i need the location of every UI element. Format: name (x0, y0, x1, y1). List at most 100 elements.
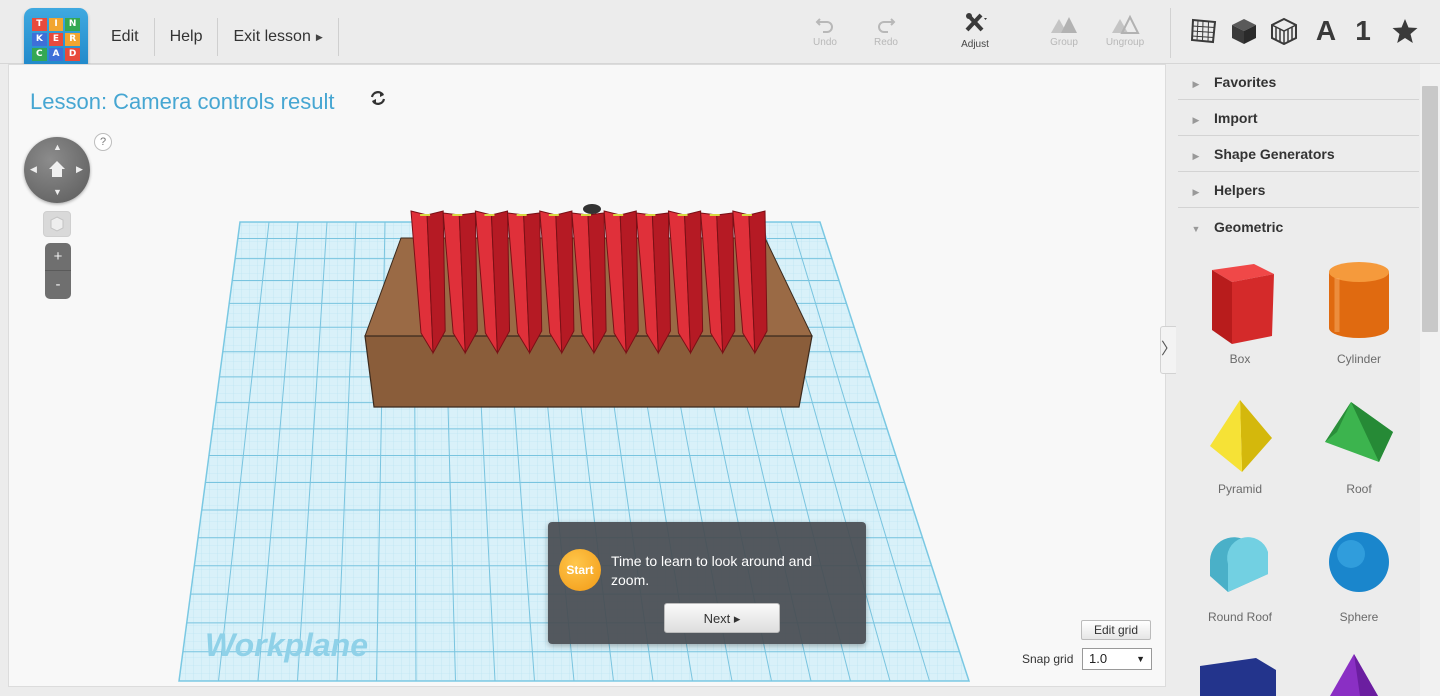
ungroup-button[interactable]: Ungroup (1097, 14, 1153, 48)
zoom-out-button[interactable]: - (45, 271, 71, 299)
undo-label: Undo (813, 37, 837, 48)
cube-icon (50, 216, 64, 232)
group-button[interactable]: Group (1036, 14, 1092, 48)
shapes-panel: ▶ Favorites ▶ Import ▶ Shape Generators ▶ He… (1176, 64, 1440, 696)
text-icon-letter: A (1315, 15, 1337, 46)
shape-roof[interactable]: Roof (1309, 394, 1409, 496)
help-icon[interactable]: ? (94, 133, 112, 151)
snap-grid-label: Snap grid (1022, 652, 1074, 666)
lattice-icon[interactable] (1269, 16, 1299, 46)
zoom-control: + - (45, 243, 71, 299)
section-favorites[interactable]: ▶ Favorites (1178, 64, 1419, 100)
menu-exit-lesson-label: Exit lesson (233, 28, 311, 45)
caret-right-icon: ▶ (1192, 187, 1200, 197)
caret-right-icon: ▶ (1192, 151, 1200, 161)
shape-sphere[interactable]: Sphere (1309, 522, 1409, 624)
lesson-title: Lesson: Camera controls result (30, 89, 335, 114)
zoom-in-button[interactable]: + (45, 243, 71, 271)
nav-down-icon[interactable]: ▼ (53, 188, 62, 197)
tip-text: Time to learn to look around and zoom. (611, 553, 813, 588)
nav-left-icon[interactable]: ◀ (30, 165, 37, 174)
adjust-label: Adjust (961, 39, 989, 50)
number-icon[interactable]: 1 (1348, 15, 1378, 46)
shape-cylinder[interactable]: Cylinder (1309, 256, 1409, 366)
redo-icon (878, 18, 896, 33)
wedge-shape-icon[interactable] (1196, 654, 1280, 696)
home-icon[interactable] (47, 159, 67, 179)
shape-pyramid[interactable]: Pyramid (1190, 394, 1290, 496)
logo-letter: N (65, 18, 80, 31)
logo-letter: R (65, 33, 80, 46)
adjust-icon (965, 13, 987, 32)
ungroup-icon (1112, 14, 1140, 34)
chevron-down-icon: ▼ (1136, 654, 1145, 664)
sphere-shape-icon (1329, 532, 1389, 592)
tinkercad-app: TIN KER CAD Edit Help Exit lesson ▶ Undo … (0, 0, 1440, 696)
section-shape-generators[interactable]: ▶ Shape Generators (1178, 136, 1419, 172)
logo-letter: T (32, 18, 47, 31)
cone-shape-icon[interactable] (1324, 650, 1384, 696)
view-cube-nav[interactable]: ▲ ▼ ◀ ▶ (24, 137, 90, 203)
adjust-button[interactable]: Adjust (947, 12, 1003, 50)
snap-grid-value: 1.0 (1089, 651, 1108, 666)
section-label: Favorites (1214, 74, 1277, 90)
roof-shape-icon (1325, 402, 1393, 462)
nav-right-icon[interactable]: ▶ (76, 165, 83, 174)
edit-grid-button[interactable]: Edit grid (1081, 620, 1151, 640)
scrollbar-thumb[interactable] (1422, 86, 1438, 332)
toolbar-divider (1170, 8, 1171, 58)
dark-cap (583, 204, 601, 214)
shape-label: Round Roof (1207, 610, 1273, 624)
menu-help-label: Help (169, 28, 203, 45)
logo-letter: C (32, 48, 47, 61)
grid-icon[interactable] (1189, 16, 1219, 46)
workplane-label: Workplane (205, 627, 368, 663)
section-helpers[interactable]: ▶ Helpers (1178, 172, 1419, 208)
undo-icon (815, 18, 833, 33)
section-geometric[interactable]: ▼ Geometric (1178, 209, 1419, 245)
box-shape-icon (1212, 264, 1274, 344)
caret-down-icon: ▼ (1191, 224, 1201, 234)
box-icon[interactable] (1229, 16, 1259, 46)
redo-button[interactable]: Redo (858, 14, 914, 48)
section-import[interactable]: ▶ Import (1178, 100, 1419, 136)
caret-right-icon: ▶ (1192, 79, 1200, 89)
panel-scrollbar[interactable] (1420, 64, 1440, 696)
tinkercad-logo[interactable]: TIN KER CAD (24, 8, 88, 72)
menu-edit[interactable]: Edit (96, 18, 155, 56)
menu-help[interactable]: Help (155, 18, 219, 56)
shape-label: Cylinder (1336, 352, 1381, 366)
shape-label: Sphere (1339, 610, 1379, 624)
perspective-toggle[interactable] (43, 211, 71, 237)
shape-box[interactable]: Box (1190, 256, 1290, 366)
star-icon[interactable] (1390, 16, 1420, 46)
section-label: Shape Generators (1214, 146, 1335, 162)
caret-right-icon: ▶ (315, 31, 323, 42)
shape-label: Pyramid (1217, 482, 1262, 496)
refresh-icon[interactable] (369, 89, 387, 107)
number-icon-digit: 1 (1355, 15, 1371, 46)
start-badge: Start (559, 549, 601, 591)
main-menu: Edit Help Exit lesson ▶ (96, 18, 339, 56)
logo-letters: TIN KER CAD (32, 18, 80, 61)
3d-viewport[interactable]: Lesson: Camera controls result ? ▲ ▼ ◀ ▶… (8, 64, 1166, 687)
logo-letter: K (32, 33, 47, 46)
section-label: Helpers (1214, 182, 1266, 198)
text-icon[interactable]: A (1311, 15, 1341, 46)
ungroup-label: Ungroup (1105, 37, 1145, 48)
next-button[interactable]: Next ▸ (664, 603, 780, 633)
group-icon (1051, 17, 1077, 33)
undo-button[interactable]: Undo (797, 14, 853, 48)
redo-label: Redo (874, 37, 898, 48)
menu-exit-lesson[interactable]: Exit lesson ▶ (218, 18, 339, 56)
shape-round-roof[interactable]: Round Roof (1190, 522, 1290, 624)
lesson-tip-popup: Start Time to learn to look around and z… (548, 522, 866, 644)
snap-grid-select[interactable]: 1.0 ▼ (1082, 648, 1152, 670)
shape-label: Box (1229, 352, 1251, 366)
group-label: Group (1050, 37, 1078, 48)
nav-up-icon[interactable]: ▲ (53, 143, 62, 152)
top-bar: TIN KER CAD Edit Help Exit lesson ▶ Undo … (0, 0, 1440, 72)
logo-letter: A (48, 48, 64, 61)
red-folded-shape[interactable] (410, 204, 768, 355)
round-roof-shape-icon (1210, 537, 1268, 592)
